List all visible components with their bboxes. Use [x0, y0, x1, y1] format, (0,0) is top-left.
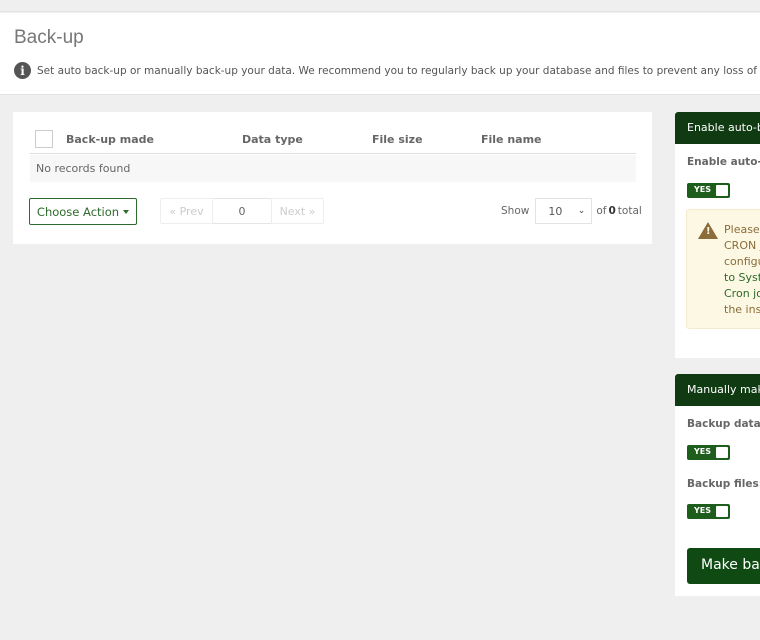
- empty-table-message: No records found: [30, 155, 636, 182]
- page-size-control: Show 10 ⌄ of 0 total: [501, 198, 642, 224]
- show-label: Show: [501, 205, 530, 217]
- toggle-knob: [716, 506, 728, 517]
- choose-action-label: Choose Action: [36, 204, 120, 219]
- column-data-type[interactable]: Data type: [242, 133, 303, 146]
- page-header: Back-up i Set auto back-up or manually b…: [0, 13, 760, 95]
- toggle-knob: [716, 185, 728, 196]
- toggle-knob: [716, 447, 728, 458]
- page-description-text: Set auto back-up or manually back-up you…: [37, 64, 760, 77]
- column-file-name[interactable]: File name: [481, 133, 542, 146]
- prev-page-button[interactable]: « Prev: [160, 198, 213, 224]
- toggle-yes-label: YES: [694, 506, 712, 515]
- warning-line: Please,: [724, 223, 760, 236]
- page-number-input[interactable]: 0: [213, 198, 271, 224]
- backup-files-label: Backup files:: [687, 478, 760, 490]
- system-settings-link[interactable]: to Syste: [724, 270, 760, 286]
- choose-action-button[interactable]: Choose Action: [29, 198, 137, 225]
- warning-line: the inst: [724, 303, 760, 316]
- column-file-size[interactable]: File size: [372, 133, 423, 146]
- total-label: total: [617, 205, 642, 217]
- cron-warning-alert: ! Please, CRON j configu to Syste Cron j…: [686, 209, 760, 329]
- backup-database-label: Backup databa: [687, 418, 760, 430]
- pagination: « Prev 0 Next »: [160, 198, 324, 224]
- manual-backup-panel: Manually make Backup databa YES Backup f…: [675, 374, 760, 596]
- column-backup-made[interactable]: Back-up made: [66, 133, 154, 146]
- backup-files-toggle[interactable]: YES: [687, 504, 730, 519]
- auto-backup-field-label: Enable auto-ba: [687, 156, 760, 168]
- backups-table-panel: Back-up made Data type File size File na…: [13, 112, 652, 244]
- chevron-down-icon: ⌄: [577, 206, 586, 216]
- page-size-select[interactable]: 10 ⌄: [535, 198, 593, 224]
- make-backup-button[interactable]: Make bac: [687, 548, 760, 584]
- page-description: i Set auto back-up or manually back-up y…: [14, 62, 760, 79]
- warning-line: CRON j: [724, 239, 760, 252]
- of-label: of: [596, 205, 607, 217]
- top-strip: [0, 0, 760, 12]
- toggle-yes-label: YES: [694, 185, 712, 194]
- select-all-checkbox[interactable]: [35, 130, 53, 148]
- info-circle-icon: i: [14, 62, 31, 79]
- auto-backup-heading: Enable auto-ba: [675, 112, 760, 144]
- toggle-yes-label: YES: [694, 447, 712, 456]
- warning-text: Please, CRON j configu to Syste Cron jo …: [724, 222, 760, 318]
- backup-database-toggle[interactable]: YES: [687, 445, 730, 460]
- warning-triangle-icon: !: [698, 222, 718, 239]
- table-header: Back-up made Data type File size File na…: [30, 126, 636, 154]
- auto-backup-panel: Enable auto-ba Enable auto-ba YES ! Plea…: [675, 112, 760, 358]
- auto-backup-toggle[interactable]: YES: [687, 183, 730, 198]
- caret-down-icon: [123, 209, 130, 214]
- manual-backup-heading: Manually make: [675, 374, 760, 406]
- warning-line: configu: [724, 255, 760, 268]
- cron-jobs-link[interactable]: Cron jo: [724, 286, 760, 302]
- page-title: Back-up: [14, 27, 84, 48]
- next-page-button[interactable]: Next »: [271, 198, 324, 224]
- page-size-value: 10: [548, 204, 563, 218]
- total-count: 0: [608, 205, 616, 217]
